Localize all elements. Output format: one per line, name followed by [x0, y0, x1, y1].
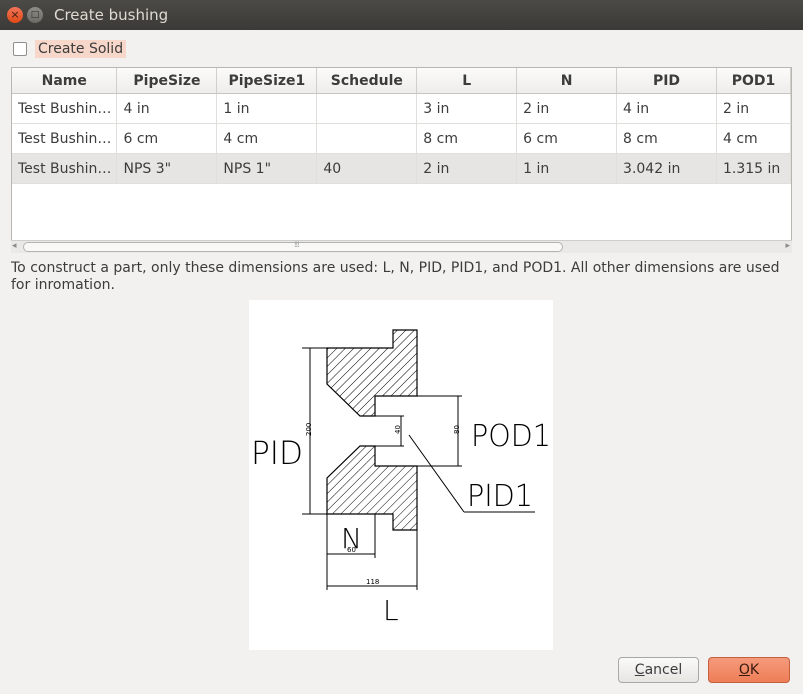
table-cell: Test Bushin… — [12, 93, 118, 124]
cancel-label: ancel — [644, 662, 683, 678]
table-cell: 1.315 in — [716, 153, 792, 184]
label-pod1: POD1 — [471, 419, 551, 454]
table-cell: NPS 3" — [116, 153, 218, 184]
table-cell: 8 cm — [616, 123, 717, 154]
table-cell: 3 in — [416, 93, 518, 124]
close-icon[interactable]: × — [7, 7, 23, 23]
scroll-left-icon[interactable]: ◂ — [12, 241, 17, 251]
bushing-section-bottom — [326, 445, 418, 531]
table-cell: NPS 1" — [216, 153, 318, 184]
maximize-icon[interactable]: □ — [27, 7, 43, 23]
cancel-mnemonic: C — [634, 662, 645, 678]
create-solid-label[interactable]: Create Solid — [35, 40, 127, 58]
window-title: Create bushing — [54, 6, 169, 24]
column-header-name[interactable]: Name — [12, 68, 118, 94]
cancel-button[interactable]: Cancel — [618, 657, 699, 683]
ok-mnemonic: O — [738, 662, 750, 678]
dim-200: 200 — [305, 423, 313, 436]
column-header-n[interactable]: N — [516, 68, 618, 94]
column-header-pid[interactable]: PID — [616, 68, 717, 94]
table-cell: Test Bushin… — [12, 153, 118, 184]
table-cell: 8 cm — [416, 123, 518, 154]
ok-label: K — [749, 662, 760, 678]
ok-button[interactable]: OK — [708, 657, 790, 683]
column-header-pod1[interactable]: POD1 — [716, 68, 792, 94]
info-text: To construct a part, only these dimensio… — [11, 260, 780, 293]
label-pid: PID — [251, 434, 303, 472]
table-cell: 6 cm — [516, 123, 618, 154]
table-cell: Test Bushin… — [12, 123, 118, 154]
table-cell: 1 in — [516, 153, 618, 184]
create-solid-checkbox-row[interactable]: Create Solid — [13, 40, 127, 58]
grip-icon: ⁞⁞⁞ — [294, 240, 300, 249]
table-cell: 4 cm — [216, 123, 318, 154]
dim-40: 40 — [394, 425, 402, 434]
table-cell — [316, 123, 418, 154]
table-cell: 3.042 in — [616, 153, 717, 184]
table-cell: 2 in — [716, 93, 792, 124]
table-cell: 6 cm — [116, 123, 218, 154]
scroll-right-icon[interactable]: ▸ — [785, 241, 790, 251]
table-cell: 2 in — [516, 93, 618, 124]
dim-80: 80 — [453, 425, 461, 434]
column-header-schedule[interactable]: Schedule — [316, 68, 418, 94]
title-bar: × □ Create bushing — [0, 0, 803, 30]
table-cell: 2 in — [416, 153, 518, 184]
label-pid1: PID1 — [467, 479, 533, 514]
table-row[interactable]: Test Bushin… 4 in 1 in 3 in 2 in 4 in 2 … — [12, 93, 792, 124]
bushing-section-top — [326, 329, 418, 417]
column-header-pipesize1[interactable]: PipeSize1 — [216, 68, 318, 94]
table-row-selected[interactable]: Test Bushin… NPS 3" NPS 1" 40 2 in 1 in … — [12, 153, 792, 184]
table-cell: 40 — [316, 153, 418, 184]
table-cell: 4 in — [116, 93, 218, 124]
column-header-l[interactable]: L — [416, 68, 518, 94]
table-cell: 4 in — [616, 93, 717, 124]
table-cell — [316, 93, 418, 124]
table-cell: 1 in — [216, 93, 318, 124]
dim-60: 60 — [347, 546, 356, 554]
bushing-diagram: PID POD1 PID1 N L 200 40 80 60 118 — [249, 300, 553, 650]
column-header-pipesize[interactable]: PipeSize — [116, 68, 218, 94]
label-l: L — [383, 594, 399, 627]
table-cell: 4 cm — [716, 123, 792, 154]
bushing-table[interactable]: Name PipeSize PipeSize1 Schedule L N PID… — [11, 67, 792, 253]
dim-118: 118 — [366, 578, 379, 586]
create-solid-checkbox[interactable] — [13, 42, 27, 56]
table-row[interactable]: Test Bushin… 6 cm 4 cm 8 cm 6 cm 8 cm 4 … — [12, 123, 792, 154]
table-header-row: Name PipeSize PipeSize1 Schedule L N PID… — [12, 68, 792, 94]
scrollbar-thumb[interactable]: ⁞⁞⁞ — [23, 240, 563, 252]
horizontal-scrollbar[interactable]: ◂ ⁞⁞⁞ ▸ — [11, 240, 792, 253]
